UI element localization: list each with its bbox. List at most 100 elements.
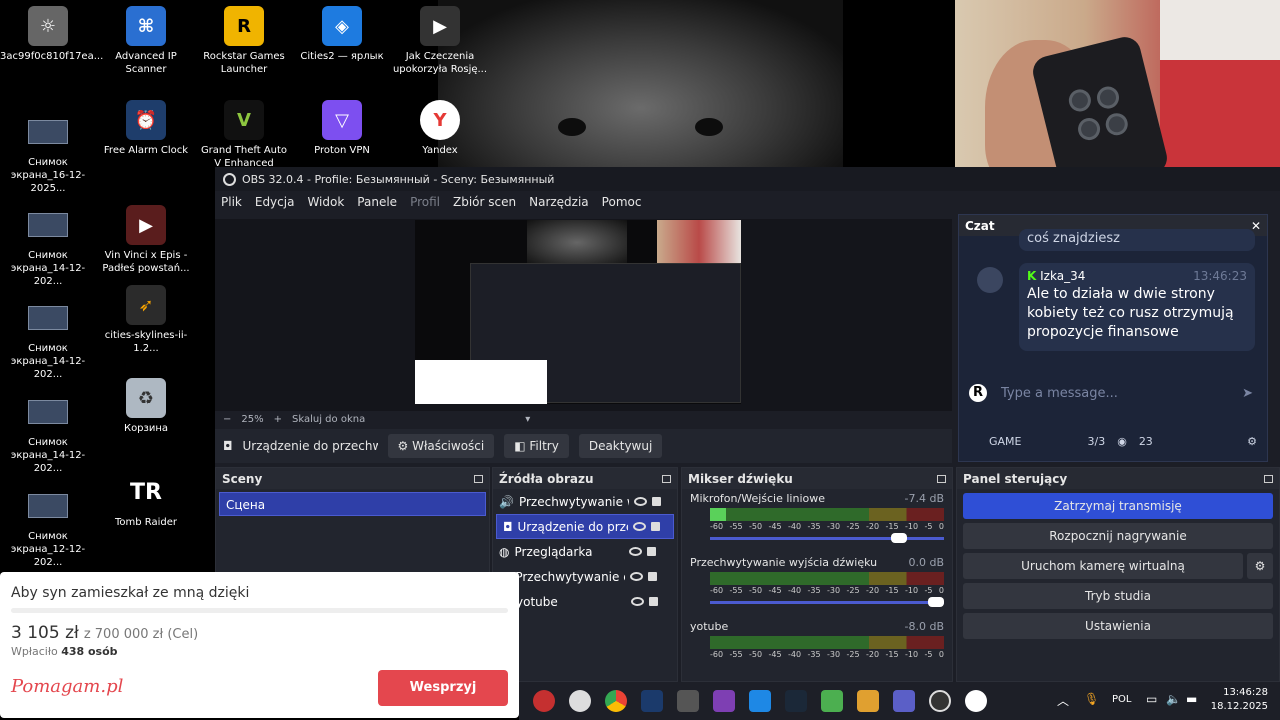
desktop-icon[interactable]: ⌘ Advanced IP Scanner <box>98 6 194 76</box>
source-item[interactable]: 🔊Przechwytywanie wyjś <box>493 489 677 514</box>
lock-icon[interactable] <box>650 522 660 531</box>
chevron-down-icon[interactable]: ▾ <box>525 414 530 425</box>
slots-count: 3/3 <box>1087 434 1106 448</box>
obs-taskbar-icon[interactable] <box>929 690 951 712</box>
steam-icon[interactable] <box>785 690 807 712</box>
tick-label: -20 <box>866 586 880 595</box>
undock-icon[interactable] <box>1264 474 1273 483</box>
studio-mode-button[interactable]: Tryb studia <box>963 583 1273 609</box>
start-virtual-camera-button[interactable]: Uruchom kamerę wirtualną <box>963 553 1243 579</box>
scene-item[interactable]: Сцена <box>219 492 486 516</box>
rockstar-taskbar-icon[interactable] <box>533 690 555 712</box>
tick-label: -40 <box>788 522 802 531</box>
desktop-icon[interactable]: Y Yandex <box>392 100 488 157</box>
gear-icon[interactable]: ⚙ <box>1247 553 1273 579</box>
visibility-eye-icon[interactable] <box>629 547 643 556</box>
undock-icon[interactable] <box>662 474 671 483</box>
source-item[interactable]: ▭Przechwytywanie ekra <box>493 564 677 589</box>
desktop-icon[interactable]: R Rockstar Games Launcher <box>196 6 292 76</box>
gear-icon[interactable]: ⚙ <box>1247 435 1257 448</box>
visibility-eye-icon[interactable] <box>631 597 644 606</box>
menu-docks[interactable]: Panele <box>357 195 397 209</box>
desktop-icon[interactable]: ➶ cities-skylines-ii-1.2... <box>98 285 194 355</box>
platform-icon[interactable]: R <box>969 384 987 402</box>
volume-slider[interactable] <box>710 533 944 543</box>
teams-icon[interactable] <box>893 690 915 712</box>
menu-file[interactable]: Plik <box>221 195 242 209</box>
desktop-icon[interactable]: Снимок экрана_14-12-202... <box>0 205 96 288</box>
alarm-taskbar-icon[interactable] <box>569 690 591 712</box>
stop-streaming-button[interactable]: Zatrzymaj transmisję <box>963 493 1273 519</box>
zoom-out-button[interactable]: − <box>223 414 231 425</box>
volume-slider[interactable] <box>710 597 944 607</box>
properties-button[interactable]: ⚙ Właściwości <box>387 434 495 458</box>
microphone-icon[interactable]: 🎙 <box>1084 692 1099 706</box>
lock-icon[interactable] <box>647 547 657 556</box>
desktop-icon[interactable]: V Grand Theft Auto V Enhanced <box>196 100 292 170</box>
tick-label: -60 <box>710 586 724 595</box>
language-indicator[interactable]: POL <box>1112 694 1131 705</box>
clock[interactable]: 13:46:28 18.12.2025 <box>1211 686 1268 714</box>
lock-icon[interactable] <box>648 572 658 581</box>
desktop-icon[interactable]: TR Tomb Raider <box>98 472 194 529</box>
visibility-eye-icon[interactable] <box>630 572 644 581</box>
window-title: OBS 32.0.4 - Profile: Безымянный - Sceny… <box>242 172 555 186</box>
start-recording-button[interactable]: Rozpocznij nagrywanie <box>963 523 1273 549</box>
menu-tools[interactable]: Narzędzia <box>529 195 589 209</box>
source-item[interactable]: ◍ Przeglądarka <box>493 539 677 564</box>
visibility-eye-icon[interactable] <box>633 497 647 506</box>
menu-view[interactable]: Widok <box>307 195 344 209</box>
undock-icon[interactable] <box>474 474 483 483</box>
scale-mode-select[interactable]: Skaluj do okna <box>292 414 365 425</box>
star-app-icon[interactable] <box>641 690 663 712</box>
desktop-icon[interactable]: Снимок экрана_14-12-202... <box>0 298 96 381</box>
preview-canvas[interactable] <box>215 219 952 411</box>
puzzle-app-icon[interactable] <box>713 690 735 712</box>
settings-button[interactable]: Ustawienia <box>963 613 1273 639</box>
source-item[interactable]: ◘Urządzenie do przech <box>496 514 674 539</box>
desktop-icon[interactable]: ▽ Proton VPN <box>294 100 390 157</box>
tick-label: -45 <box>768 650 782 659</box>
source-item[interactable]: yotube <box>493 589 677 614</box>
tick-label: -50 <box>749 586 763 595</box>
tick-label: -50 <box>749 650 763 659</box>
filters-button[interactable]: ◧ Filtry <box>504 434 569 458</box>
game-icon[interactable] <box>821 690 843 712</box>
yandex-taskbar-icon[interactable] <box>965 690 987 712</box>
network-icon[interactable]: ▭ <box>1146 692 1157 706</box>
desktop-icon[interactable]: Снимок экрана_12-12-202... <box>0 486 96 569</box>
photos-icon[interactable] <box>749 690 771 712</box>
desktop-icon[interactable]: ♻ Корзина <box>98 378 194 435</box>
desktop-icon[interactable]: ▶ Vin Vinci x Epis - Padłeś powstań... <box>98 205 194 275</box>
deactivate-button[interactable]: Deaktywuj <box>578 434 663 458</box>
desktop-icon[interactable]: ◈ Cities2 — ярлык <box>294 6 390 63</box>
desktop-icon[interactable]: Снимок экрана_16-12-2025... <box>0 112 96 195</box>
desktop-icon[interactable]: Снимок экрана_14-12-202... <box>0 392 96 475</box>
lock-icon[interactable] <box>651 497 661 506</box>
tick-label: -15 <box>885 586 899 595</box>
desktop-icon[interactable]: ▶ Jak Czeczenia upokorzyła Rosję... <box>392 6 488 76</box>
globe-icon: ◍ <box>499 544 510 559</box>
visibility-eye-icon[interactable] <box>632 522 646 531</box>
chat-input[interactable]: R Type a message... ➤ <box>959 375 1267 411</box>
zoom-in-button[interactable]: + <box>274 414 282 425</box>
undock-icon[interactable] <box>937 474 946 483</box>
menu-profile[interactable]: Profil <box>410 195 440 209</box>
menu-help[interactable]: Pomoc <box>602 195 642 209</box>
tomb-raider-icon: TR <box>126 472 166 512</box>
chrome-icon[interactable] <box>605 690 627 712</box>
menu-edit[interactable]: Edycja <box>255 195 295 209</box>
chevron-up-icon[interactable]: ︿ <box>1057 692 1069 709</box>
menu-scene-collection[interactable]: Zbiór scen <box>453 195 516 209</box>
sources-dock: Źródła obrazu 🔊Przechwytywanie wyjś ◘Urz… <box>492 467 678 682</box>
volume-icon[interactable]: 🔈 <box>1166 692 1181 706</box>
battery-icon[interactable]: ▬ <box>1186 692 1197 706</box>
desktop-icon[interactable]: ⏰ Free Alarm Clock <box>98 100 194 157</box>
cube-app-icon[interactable] <box>677 690 699 712</box>
send-icon[interactable]: ➤ <box>1242 386 1253 401</box>
chat-username: Izka_34 <box>1040 269 1086 283</box>
desktop-icon[interactable]: ☼ 3ac99f0c810f17ea... <box>0 6 103 63</box>
support-button[interactable]: Wesprzyj <box>378 670 508 706</box>
media-icon[interactable] <box>857 690 879 712</box>
lock-icon[interactable] <box>649 597 658 606</box>
